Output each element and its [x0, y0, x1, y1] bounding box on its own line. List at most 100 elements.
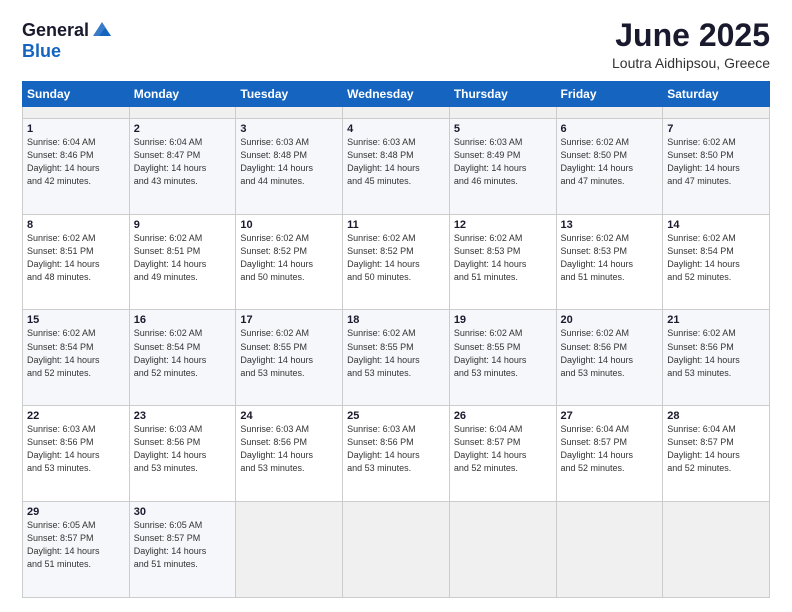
day-number: 14 [667, 219, 765, 231]
day-info: Sunrise: 6:02 AM Sunset: 8:54 PM Dayligh… [27, 327, 125, 379]
table-row: 17Sunrise: 6:02 AM Sunset: 8:55 PM Dayli… [236, 310, 343, 406]
table-row: 3Sunrise: 6:03 AM Sunset: 8:48 PM Daylig… [236, 118, 343, 214]
day-number: 13 [561, 219, 659, 231]
day-number: 26 [454, 410, 552, 422]
table-row: 2Sunrise: 6:04 AM Sunset: 8:47 PM Daylig… [129, 118, 236, 214]
table-row: 28Sunrise: 6:04 AM Sunset: 8:57 PM Dayli… [663, 406, 770, 502]
day-number: 28 [667, 410, 765, 422]
col-monday: Monday [129, 82, 236, 107]
table-row: 10Sunrise: 6:02 AM Sunset: 8:52 PM Dayli… [236, 214, 343, 310]
day-info: Sunrise: 6:03 AM Sunset: 8:56 PM Dayligh… [240, 423, 338, 475]
month-title: June 2025 [612, 18, 770, 53]
calendar-header-row: Sunday Monday Tuesday Wednesday Thursday… [23, 82, 770, 107]
table-row: 6Sunrise: 6:02 AM Sunset: 8:50 PM Daylig… [556, 118, 663, 214]
day-info: Sunrise: 6:02 AM Sunset: 8:52 PM Dayligh… [347, 232, 445, 284]
day-number: 11 [347, 219, 445, 231]
table-row: 30Sunrise: 6:05 AM Sunset: 8:57 PM Dayli… [129, 502, 236, 598]
col-saturday: Saturday [663, 82, 770, 107]
col-tuesday: Tuesday [236, 82, 343, 107]
day-info: Sunrise: 6:03 AM Sunset: 8:56 PM Dayligh… [27, 423, 125, 475]
table-row: 16Sunrise: 6:02 AM Sunset: 8:54 PM Dayli… [129, 310, 236, 406]
day-info: Sunrise: 6:05 AM Sunset: 8:57 PM Dayligh… [134, 519, 232, 571]
col-thursday: Thursday [449, 82, 556, 107]
day-info: Sunrise: 6:02 AM Sunset: 8:50 PM Dayligh… [667, 136, 765, 188]
table-row: 9Sunrise: 6:02 AM Sunset: 8:51 PM Daylig… [129, 214, 236, 310]
table-row: 20Sunrise: 6:02 AM Sunset: 8:56 PM Dayli… [556, 310, 663, 406]
calendar-week-row: 8Sunrise: 6:02 AM Sunset: 8:51 PM Daylig… [23, 214, 770, 310]
day-info: Sunrise: 6:02 AM Sunset: 8:54 PM Dayligh… [134, 327, 232, 379]
day-number: 16 [134, 314, 232, 326]
day-number: 21 [667, 314, 765, 326]
table-row: 29Sunrise: 6:05 AM Sunset: 8:57 PM Dayli… [23, 502, 130, 598]
day-info: Sunrise: 6:02 AM Sunset: 8:52 PM Dayligh… [240, 232, 338, 284]
day-info: Sunrise: 6:04 AM Sunset: 8:46 PM Dayligh… [27, 136, 125, 188]
header: General Blue June 2025 Loutra Aidhipsou,… [22, 18, 770, 71]
day-info: Sunrise: 6:04 AM Sunset: 8:57 PM Dayligh… [454, 423, 552, 475]
day-number: 1 [27, 123, 125, 135]
day-number: 7 [667, 123, 765, 135]
day-number: 24 [240, 410, 338, 422]
day-info: Sunrise: 6:04 AM Sunset: 8:57 PM Dayligh… [561, 423, 659, 475]
day-number: 30 [134, 506, 232, 518]
day-number: 23 [134, 410, 232, 422]
day-info: Sunrise: 6:02 AM Sunset: 8:51 PM Dayligh… [27, 232, 125, 284]
day-info: Sunrise: 6:02 AM Sunset: 8:56 PM Dayligh… [667, 327, 765, 379]
table-row: 12Sunrise: 6:02 AM Sunset: 8:53 PM Dayli… [449, 214, 556, 310]
table-row [129, 107, 236, 119]
table-row: 18Sunrise: 6:02 AM Sunset: 8:55 PM Dayli… [343, 310, 450, 406]
page: General Blue June 2025 Loutra Aidhipsou,… [0, 0, 792, 612]
table-row: 1Sunrise: 6:04 AM Sunset: 8:46 PM Daylig… [23, 118, 130, 214]
day-info: Sunrise: 6:04 AM Sunset: 8:47 PM Dayligh… [134, 136, 232, 188]
day-number: 3 [240, 123, 338, 135]
table-row [343, 502, 450, 598]
day-number: 2 [134, 123, 232, 135]
table-row: 23Sunrise: 6:03 AM Sunset: 8:56 PM Dayli… [129, 406, 236, 502]
logo-blue: Blue [22, 41, 61, 61]
day-info: Sunrise: 6:02 AM Sunset: 8:53 PM Dayligh… [561, 232, 659, 284]
calendar-week-row: 22Sunrise: 6:03 AM Sunset: 8:56 PM Dayli… [23, 406, 770, 502]
table-row [556, 107, 663, 119]
day-info: Sunrise: 6:02 AM Sunset: 8:51 PM Dayligh… [134, 232, 232, 284]
table-row: 4Sunrise: 6:03 AM Sunset: 8:48 PM Daylig… [343, 118, 450, 214]
table-row [449, 502, 556, 598]
title-block: June 2025 Loutra Aidhipsou, Greece [612, 18, 770, 71]
day-number: 29 [27, 506, 125, 518]
day-number: 15 [27, 314, 125, 326]
day-info: Sunrise: 6:02 AM Sunset: 8:55 PM Dayligh… [240, 327, 338, 379]
day-number: 22 [27, 410, 125, 422]
day-info: Sunrise: 6:03 AM Sunset: 8:48 PM Dayligh… [347, 136, 445, 188]
table-row: 22Sunrise: 6:03 AM Sunset: 8:56 PM Dayli… [23, 406, 130, 502]
day-info: Sunrise: 6:05 AM Sunset: 8:57 PM Dayligh… [27, 519, 125, 571]
table-row: 13Sunrise: 6:02 AM Sunset: 8:53 PM Dayli… [556, 214, 663, 310]
day-info: Sunrise: 6:03 AM Sunset: 8:48 PM Dayligh… [240, 136, 338, 188]
col-sunday: Sunday [23, 82, 130, 107]
table-row [236, 502, 343, 598]
day-info: Sunrise: 6:02 AM Sunset: 8:50 PM Dayligh… [561, 136, 659, 188]
day-info: Sunrise: 6:02 AM Sunset: 8:53 PM Dayligh… [454, 232, 552, 284]
table-row: 7Sunrise: 6:02 AM Sunset: 8:50 PM Daylig… [663, 118, 770, 214]
table-row [663, 502, 770, 598]
day-number: 25 [347, 410, 445, 422]
table-row: 5Sunrise: 6:03 AM Sunset: 8:49 PM Daylig… [449, 118, 556, 214]
table-row: 27Sunrise: 6:04 AM Sunset: 8:57 PM Dayli… [556, 406, 663, 502]
day-info: Sunrise: 6:02 AM Sunset: 8:55 PM Dayligh… [454, 327, 552, 379]
day-number: 9 [134, 219, 232, 231]
calendar-week-row: 1Sunrise: 6:04 AM Sunset: 8:46 PM Daylig… [23, 118, 770, 214]
table-row: 24Sunrise: 6:03 AM Sunset: 8:56 PM Dayli… [236, 406, 343, 502]
day-info: Sunrise: 6:03 AM Sunset: 8:56 PM Dayligh… [134, 423, 232, 475]
table-row [663, 107, 770, 119]
day-info: Sunrise: 6:03 AM Sunset: 8:56 PM Dayligh… [347, 423, 445, 475]
col-friday: Friday [556, 82, 663, 107]
table-row [343, 107, 450, 119]
table-row: 19Sunrise: 6:02 AM Sunset: 8:55 PM Dayli… [449, 310, 556, 406]
day-number: 27 [561, 410, 659, 422]
day-number: 6 [561, 123, 659, 135]
table-row [449, 107, 556, 119]
table-row: 14Sunrise: 6:02 AM Sunset: 8:54 PM Dayli… [663, 214, 770, 310]
day-number: 4 [347, 123, 445, 135]
logo: General Blue [22, 18, 113, 62]
day-number: 8 [27, 219, 125, 231]
day-number: 17 [240, 314, 338, 326]
table-row: 21Sunrise: 6:02 AM Sunset: 8:56 PM Dayli… [663, 310, 770, 406]
day-number: 12 [454, 219, 552, 231]
